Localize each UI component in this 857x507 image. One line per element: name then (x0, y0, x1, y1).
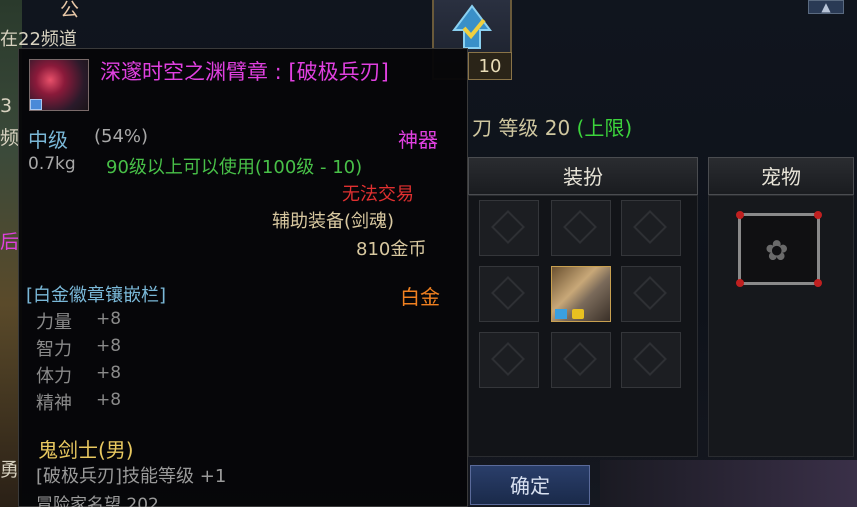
swap-icon (572, 309, 584, 319)
class-requirement: 鬼剑士(男) (38, 438, 134, 462)
item-level-requirement: 90级以上可以使用(100级 - 10) (106, 157, 363, 178)
stat-value: +8 (96, 309, 122, 329)
avatar-slot-grid (468, 195, 698, 457)
bound-badge-icon (30, 99, 42, 110)
level-cap: (上限) (576, 116, 633, 140)
avatar-slot[interactable] (621, 266, 681, 322)
item-trade-status: 无法交易 (342, 184, 414, 205)
item-grade: 中级 (28, 128, 68, 152)
corner-dot (736, 279, 744, 287)
avatar-slot[interactable] (479, 200, 539, 256)
avatar-slot[interactable] (551, 332, 611, 388)
stat-name: 体力 (36, 366, 72, 387)
item-name: 深邃时空之渊臂章 : [破极兵刃] (100, 60, 389, 84)
left-edge-text-0: 公 (60, 0, 80, 21)
skill-bonus: [破极兵刃]技能等级 +1 (36, 466, 227, 487)
left-edge-text-5: 勇 (0, 459, 20, 481)
socket-type: 白金 (400, 285, 440, 309)
adventurer-fame: 冒险家名望 202 (36, 495, 159, 507)
avatar-slot[interactable] (621, 200, 681, 256)
item-grade-percent: (54%) (94, 126, 149, 147)
stat-name: 力量 (36, 312, 72, 333)
confirm-button[interactable]: 确定 (470, 465, 590, 505)
avatar-slot-equipped[interactable] (551, 266, 611, 322)
left-edge-text-1: 在22频道 (0, 29, 77, 50)
avatar-slot[interactable] (479, 266, 539, 322)
socket-label: [白金徽章镶嵌栏] (26, 285, 167, 306)
paw-icon: ✿ (765, 234, 789, 267)
item-rarity: 神器 (398, 128, 438, 152)
corner-dot (814, 211, 822, 219)
stat-name: 精神 (36, 393, 72, 414)
avatar-slot[interactable] (479, 332, 539, 388)
tab-avatar[interactable]: 装扮 (468, 157, 698, 195)
scene-bottom-right (600, 460, 857, 507)
level-label: 刀 等级 20 (472, 116, 571, 140)
left-edge-text-3: 频 (0, 127, 20, 149)
stat-value: +8 (96, 390, 122, 410)
stat-value: +8 (96, 363, 122, 383)
pet-slot[interactable]: ✿ (736, 211, 822, 287)
avatar-slot[interactable] (551, 200, 611, 256)
corner-dot (736, 211, 744, 219)
item-weight: 0.7kg (28, 154, 76, 174)
scroll-up-button[interactable]: ▲ (808, 0, 844, 14)
stat-name: 智力 (36, 339, 72, 360)
corner-dot (814, 279, 822, 287)
left-edge-text-4: 后 (0, 231, 20, 253)
item-price: 810金币 (356, 239, 427, 260)
item-category: 辅助装备(剑魂) (272, 211, 395, 232)
level-count: 10 (468, 52, 512, 80)
stat-value: +8 (96, 336, 122, 356)
avatar-slot[interactable] (621, 332, 681, 388)
tab-pet[interactable]: 宠物 (708, 157, 854, 195)
left-edge-text-2: 3 (0, 95, 13, 117)
lock-icon (555, 309, 567, 319)
level-info: 刀 等级 20 (上限) (472, 112, 632, 141)
